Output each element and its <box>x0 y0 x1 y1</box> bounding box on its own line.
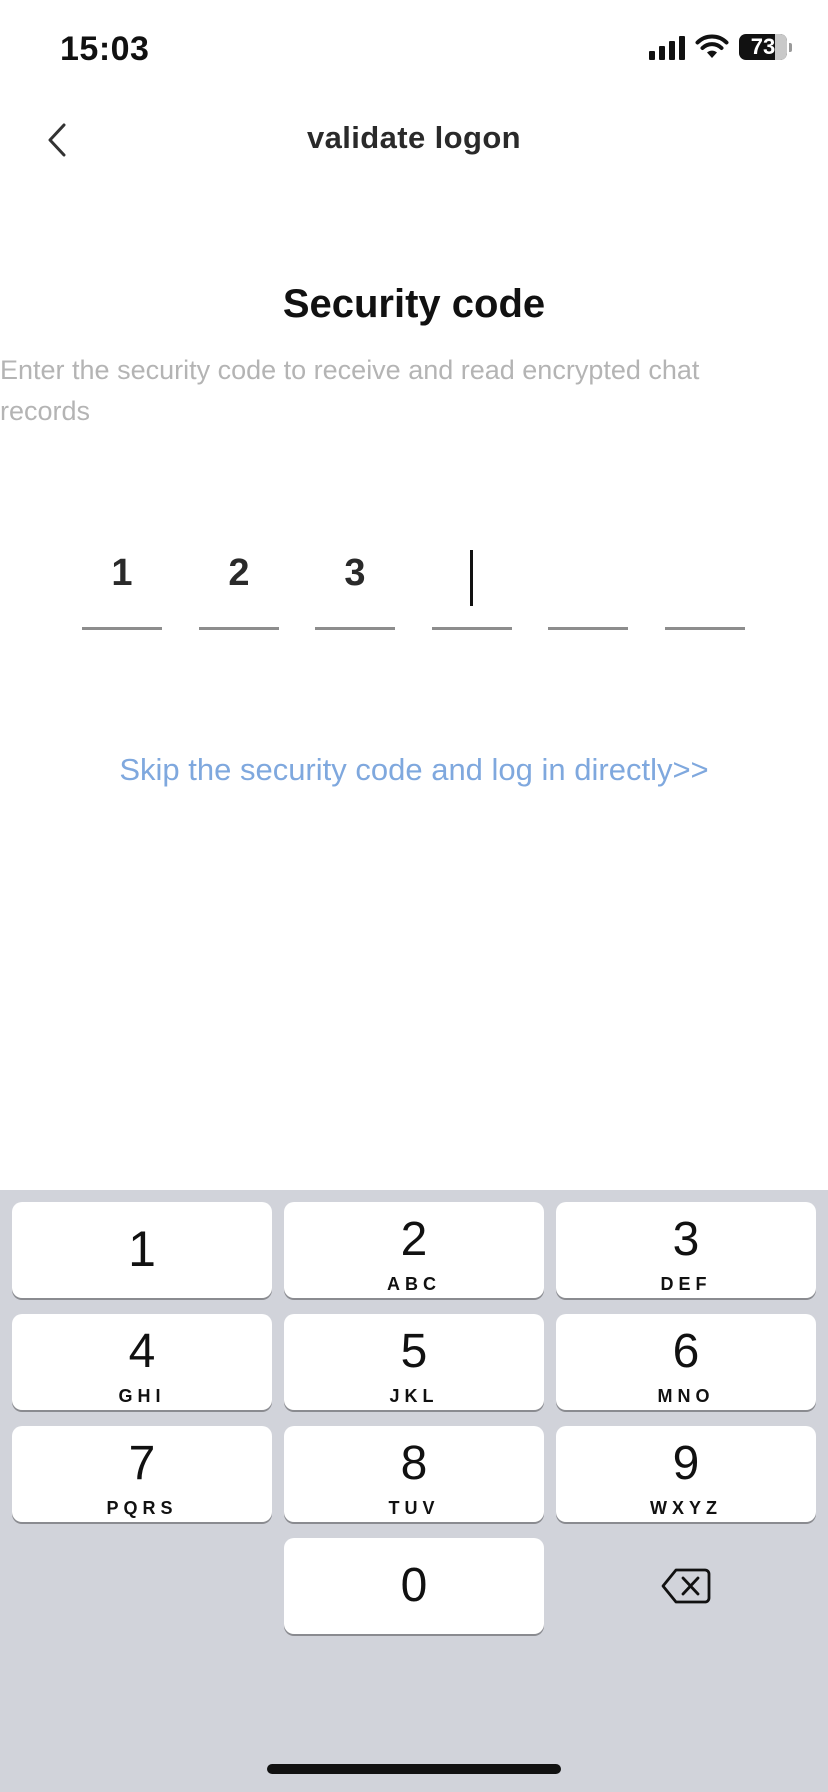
key-letters: JKL <box>389 1386 439 1406</box>
code-underline <box>315 627 395 630</box>
security-code-description: Enter the security code to receive and r… <box>0 355 700 426</box>
delete-key[interactable] <box>556 1538 816 1634</box>
status-icons: 73 <box>649 34 792 60</box>
code-digit-box-1[interactable]: 1 <box>82 540 162 630</box>
key-2[interactable]: 2 ABC <box>284 1202 544 1298</box>
key-number: 1 <box>128 1221 156 1277</box>
key-6[interactable]: 6 MNO <box>556 1314 816 1410</box>
key-8[interactable]: 8 TUV <box>284 1426 544 1522</box>
key-number: 0 <box>400 1559 428 1612</box>
key-4[interactable]: 4 GHI <box>12 1314 272 1410</box>
key-number: 4 <box>128 1325 156 1378</box>
key-number: 5 <box>400 1325 428 1378</box>
key-3[interactable]: 3 DEF <box>556 1202 816 1298</box>
numeric-keypad: 1 2 ABC 3 DEF 4 GHI 5 JKL 6 MNO 7 PQRS 8… <box>0 1190 828 1792</box>
key-9[interactable]: 9 WXYZ <box>556 1426 816 1522</box>
key-letters: DEF <box>660 1274 712 1294</box>
page-title: validate logon <box>306 120 522 155</box>
security-code-screen: 15:03 73 validate logon Security code En… <box>0 0 828 1792</box>
key-5[interactable]: 5 JKL <box>284 1314 544 1410</box>
key-number: 2 <box>400 1213 428 1266</box>
key-1[interactable]: 1 <box>12 1202 272 1298</box>
skip-security-code-link[interactable]: Skip the security code and log in direct… <box>0 752 828 788</box>
status-time: 15:03 <box>60 30 150 68</box>
code-underline <box>82 627 162 630</box>
home-indicator <box>267 1764 561 1774</box>
key-letters: MNO <box>657 1386 715 1406</box>
code-underline <box>199 627 279 630</box>
key-number: 7 <box>128 1437 156 1490</box>
code-underline <box>432 627 512 630</box>
status-bar: 15:03 73 <box>0 0 828 100</box>
code-digit: 3 <box>344 552 366 594</box>
battery-level: 73 <box>750 34 776 59</box>
code-digit-box-4[interactable] <box>432 540 512 630</box>
key-letters: GHI <box>118 1386 166 1406</box>
code-underline <box>548 627 628 630</box>
code-digit: 2 <box>228 552 250 594</box>
wifi-icon <box>695 34 729 58</box>
key-number: 3 <box>672 1213 700 1266</box>
key-number: 6 <box>672 1325 700 1378</box>
security-code-heading: Security code <box>282 282 546 326</box>
key-letters: ABC <box>387 1274 441 1294</box>
code-digit: 1 <box>111 552 133 594</box>
code-digit-box-6[interactable] <box>665 540 745 630</box>
key-number: 9 <box>672 1437 700 1490</box>
key-7[interactable]: 7 PQRS <box>12 1426 272 1522</box>
battery-icon: 73 <box>739 34 787 60</box>
text-caret <box>470 550 473 606</box>
security-code-input[interactable]: 1 2 3 <box>82 540 762 640</box>
key-letters: TUV <box>388 1498 440 1518</box>
key-letters: PQRS <box>106 1498 178 1518</box>
code-digit-box-5[interactable] <box>548 540 628 630</box>
code-digit-box-2[interactable]: 2 <box>199 540 279 630</box>
nav-bar: validate logon <box>0 100 828 180</box>
key-0[interactable]: 0 <box>284 1538 544 1634</box>
code-underline <box>665 627 745 630</box>
code-digit-box-3[interactable]: 3 <box>315 540 395 630</box>
backspace-icon <box>661 1568 711 1604</box>
key-letters: WXYZ <box>650 1498 722 1518</box>
battery-cap <box>789 42 792 52</box>
key-number: 8 <box>400 1437 428 1490</box>
signal-icon <box>649 34 685 60</box>
